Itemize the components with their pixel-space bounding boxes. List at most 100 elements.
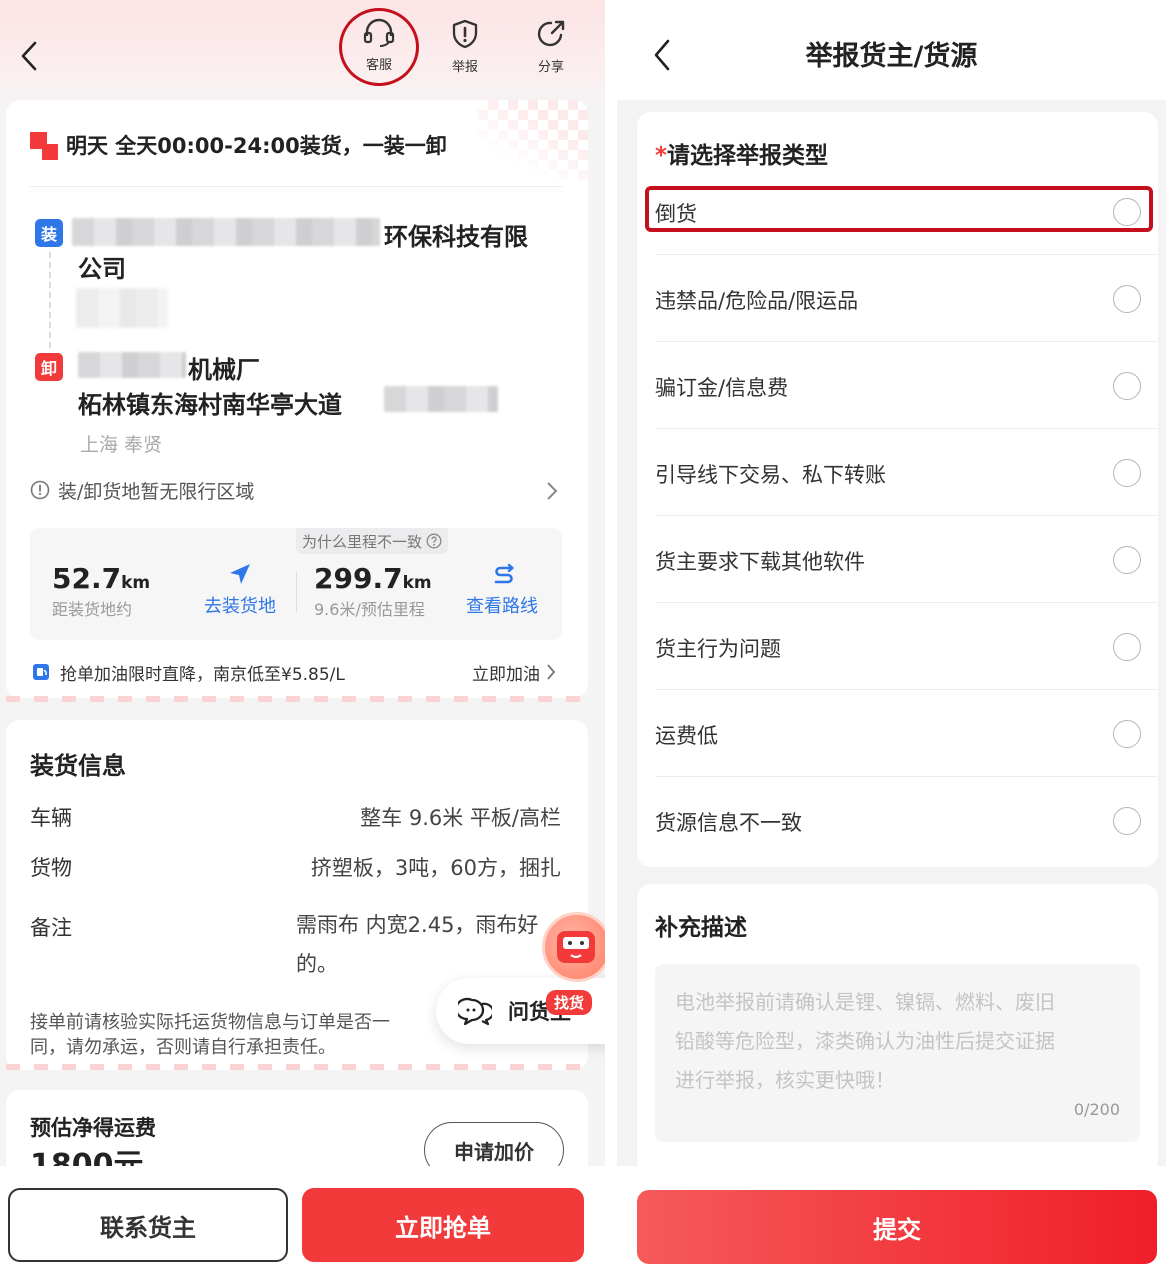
report-option[interactable]: 货源信息不一致 [655,777,1157,864]
view-route-button[interactable]: 查看路线 [464,562,544,618]
load-company-name: 环保科技有限 [384,223,528,251]
radio-button[interactable] [1113,720,1141,748]
share-label: 分享 [537,60,564,75]
option-label: 运费低 [655,724,718,748]
radio-button[interactable] [1113,633,1141,661]
unload-address: 柘林镇东海村南华亭大道 [78,391,342,419]
placeholder-line: 电池举报前请确认是锂、镍镉、燃料、废旧 [675,990,1055,1014]
report-type-card: *请选择举报类型 倒货 违禁品/危险品/限运品 骗订金/信息费 引导线下交易、私… [637,112,1158,867]
route-connector [49,252,51,348]
option-label: 货主行为问题 [655,637,781,661]
info-icon [30,480,50,504]
question-circle-icon [426,533,442,549]
time-icon [30,132,58,160]
radio-button[interactable] [1113,372,1141,400]
description-textarea[interactable]: 电池举报前请确认是锂、镍镉、燃料、废旧 铅酸等危险型，漆类确认为油性后提交证据 … [655,964,1140,1142]
distance-unit: km [402,573,432,593]
radio-button[interactable] [1113,459,1141,487]
find-goods-label: 找货 [546,990,593,1015]
cargo-info-title: 装货信息 [30,752,126,780]
goods-value: 挤塑板，3吨，60方，捆扎 [310,856,561,880]
vehicle-label: 车辆 [30,806,72,830]
fuel-promo-text: 抢单加油限时直降，南京低至¥5.85/L [60,665,345,685]
restriction-text: 装/卸货地暂无限行区域 [58,481,255,503]
vehicle-value: 整车 9.6米 平板/高栏 [360,806,561,830]
raise-price-label: 申请加价 [454,1139,534,1164]
view-route-label: 查看路线 [466,596,538,617]
report-option[interactable]: 骗订金/信息费 [655,342,1157,429]
find-goods-mascot[interactable]: 找货 [542,912,605,1022]
navigation-arrow-icon [228,562,252,590]
fuel-promo-row[interactable]: 抢单加油限时直降，南京低至¥5.85/L 立即加油 [30,658,562,686]
checkered-flag-decoration [478,100,588,180]
to-load-distance-value: 52.7 [52,562,122,595]
grab-order-label: 立即抢单 [395,1213,491,1242]
redacted-text [78,352,186,378]
radio-button[interactable] [1113,807,1141,835]
redacted-text [72,218,380,246]
page-title: 举报货主/货源 [805,41,978,72]
section-title-text: 请选择举报类型 [667,143,829,169]
report-option[interactable]: 运费低 [655,690,1157,777]
remark-value-line1: 需雨布 内宽2.45，雨布好 [296,913,539,937]
fuel-action: 立即加油 [472,665,540,685]
description-title: 补充描述 [655,915,747,941]
why-mileage-tip[interactable]: 为什么里程不一致 [296,528,449,554]
contact-owner-button[interactable]: 联系货主 [8,1188,288,1262]
why-mileage-text: 为什么里程不一致 [302,532,423,551]
share-icon [535,18,567,54]
highlight-annotation [339,8,419,86]
submit-button[interactable]: 提交 [637,1190,1157,1264]
submit-label: 提交 [873,1215,921,1244]
to-load-caption: 距装货地约 [52,600,133,619]
unload-tag: 卸 [35,353,63,381]
route-icon [492,562,516,590]
chevron-right-icon [546,663,556,685]
redacted-text [76,288,168,328]
go-load-button[interactable]: 去装货地 [200,562,282,618]
redacted-text [384,386,498,412]
option-label: 骗订金/信息费 [655,376,789,400]
report-option[interactable]: 引导线下交易、私下转账 [655,429,1157,516]
report-option[interactable]: 货主要求下载其他软件 [655,516,1157,603]
loading-time-text: 明天 全天00:00-24:00装货，一装一卸 [66,134,447,158]
cargo-detail-screen: 客服 举报 分享 明天 全天00:00-24:00装货，一装一卸 装 环保科技有… [0,0,605,1272]
fuel-icon [32,663,50,685]
goods-label: 货物 [30,856,72,880]
divider [30,186,562,187]
go-load-label: 去装货地 [204,596,276,617]
share-button[interactable]: 分享 [521,18,581,78]
restriction-row[interactable]: 装/卸货地暂无限行区域 [30,476,562,506]
screen-separator [605,0,617,1272]
remark-label: 备注 [30,916,72,940]
placeholder-line: 铅酸等危险型，漆类确认为油性后提交证据 [675,1029,1055,1053]
shield-alert-icon [449,18,481,54]
to-load-distance: 52.7km [52,562,150,595]
char-counter: 0/200 [1073,1100,1120,1119]
chevron-right-icon [546,481,558,505]
truck-mascot-icon [542,912,605,982]
required-mark: * [655,143,668,169]
grab-order-button[interactable]: 立即抢单 [302,1188,584,1262]
radio-button[interactable] [1113,285,1141,313]
unload-company-name: 机械厂 [188,356,260,384]
report-option[interactable]: 货主行为问题 [655,603,1157,690]
load-company-name-line2: 公司 [78,255,126,283]
verify-warning-line1: 接单前请核验实际托运货物信息与订单是否一 [30,1012,390,1033]
trip-caption: 9.6米/预估里程 [314,600,425,619]
radio-button[interactable] [1113,546,1141,574]
back-icon[interactable] [14,38,44,74]
report-label: 举报 [451,60,478,75]
report-button[interactable]: 举报 [435,18,495,78]
option-label: 引导线下交易、私下转账 [655,463,886,487]
card-edge-decoration [6,696,588,702]
option-label: 货源信息不一致 [655,811,802,835]
trip-distance: 299.7km [314,562,432,595]
freight-title: 预估净得运费 [30,1116,156,1140]
report-option[interactable]: 违禁品/危险品/限运品 [655,255,1157,342]
trip-distance-value: 299.7 [314,562,403,595]
contact-owner-label: 联系货主 [100,1213,196,1242]
remark-value-line2: 的。 [296,952,338,976]
section-title: *请选择举报类型 [655,136,828,170]
report-screen: 举报货主/货源 *请选择举报类型 倒货 违禁品/危险品/限运品 骗订金/信息费 … [617,0,1166,1272]
